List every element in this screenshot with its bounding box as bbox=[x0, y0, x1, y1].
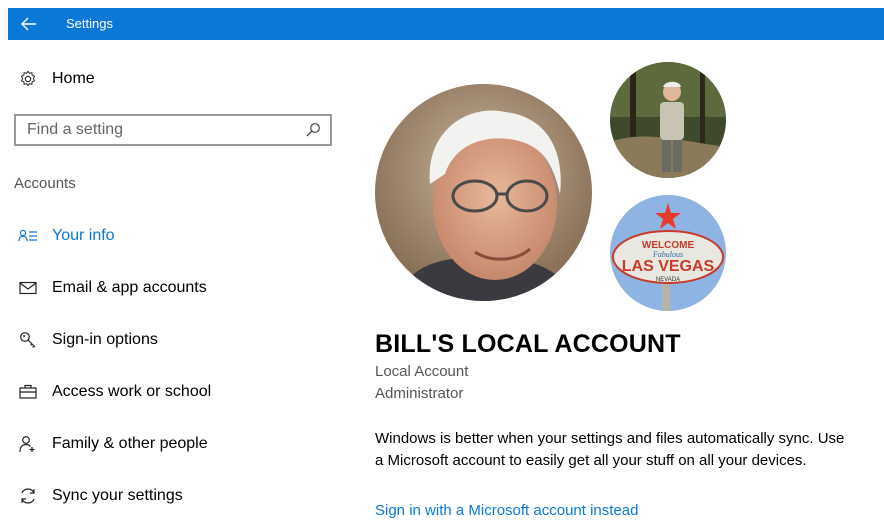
home-label: Home bbox=[52, 70, 95, 87]
key-icon bbox=[18, 330, 38, 350]
sidebar-item-sync[interactable]: Sync your settings bbox=[18, 484, 183, 508]
account-picture-thumbnail[interactable]: WELCOME Fabulous LAS VEGAS NEVADA bbox=[610, 195, 726, 311]
mail-icon bbox=[18, 278, 38, 298]
sign-nevada-text: NEVADA bbox=[656, 277, 680, 283]
sync-description: Windows is better when your settings and… bbox=[375, 430, 845, 469]
sidebar-item-label: Access work or school bbox=[52, 383, 212, 400]
sidebar-item-family[interactable]: Family & other people bbox=[18, 432, 208, 456]
section-heading: Accounts bbox=[14, 175, 76, 192]
sidebar-item-sign-in[interactable]: Sign-in options bbox=[18, 328, 158, 352]
briefcase-icon bbox=[18, 382, 38, 402]
sidebar-item-label: Sync your settings bbox=[52, 487, 183, 504]
person-add-icon bbox=[18, 434, 38, 454]
search-icon[interactable] bbox=[302, 119, 324, 141]
sidebar-item-label: Your info bbox=[52, 227, 115, 244]
your-info-icon bbox=[18, 226, 38, 246]
account-name: BILL'S LOCAL ACCOUNT bbox=[375, 330, 681, 358]
sidebar-item-work-school[interactable]: Access work or school bbox=[18, 380, 211, 404]
sidebar-item-email[interactable]: Email & app accounts bbox=[18, 276, 207, 300]
gear-icon bbox=[18, 69, 38, 89]
account-type: Local Account bbox=[375, 363, 469, 380]
account-role: Administrator bbox=[375, 385, 464, 402]
sidebar-item-your-info[interactable]: Your info bbox=[18, 224, 115, 248]
search-input[interactable] bbox=[16, 120, 302, 140]
sync-icon bbox=[18, 486, 38, 506]
sidebar-item-label: Email & app accounts bbox=[52, 279, 207, 296]
back-arrow-icon[interactable] bbox=[20, 15, 38, 33]
home-nav-item[interactable]: Home bbox=[18, 67, 95, 91]
sidebar-item-label: Sign-in options bbox=[52, 331, 158, 348]
account-picture-thumbnail[interactable] bbox=[610, 62, 726, 178]
window-title: Settings bbox=[66, 16, 113, 31]
account-avatar bbox=[375, 84, 592, 301]
title-bar: Settings bbox=[8, 8, 884, 40]
sign-las-vegas-text: LAS VEGAS bbox=[622, 258, 715, 275]
sidebar-item-label: Family & other people bbox=[52, 435, 208, 452]
search-box[interactable] bbox=[14, 114, 332, 146]
microsoft-account-sign-in-link[interactable]: Sign in with a Microsoft account instead bbox=[375, 502, 638, 519]
